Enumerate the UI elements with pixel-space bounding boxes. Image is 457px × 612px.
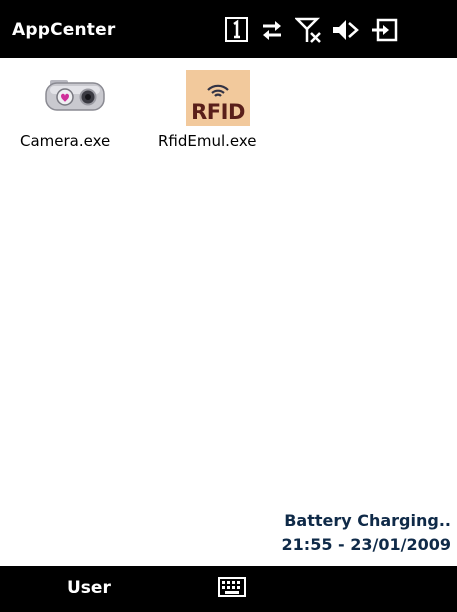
speaker-muted-icon[interactable] [331, 17, 359, 43]
phone-line-1-icon[interactable] [225, 17, 249, 43]
battery-charging-plug-icon[interactable] [371, 17, 399, 43]
keyboard-icon[interactable] [218, 577, 246, 597]
softkey-bar: User [0, 566, 457, 612]
user-softkey[interactable]: User [67, 578, 111, 598]
desktop-area: Camera.exe RFID RfidEmul.exe Battery Cha… [0, 58, 457, 566]
sync-arrows-icon[interactable] [259, 17, 285, 43]
app-label: Camera.exe [20, 132, 111, 150]
rfid-icon: RFID [186, 70, 250, 126]
rfid-icon-text: RFID [191, 100, 245, 124]
battery-status-text: Battery Charging.. [284, 511, 451, 530]
camera-icon [44, 72, 106, 116]
no-signal-icon[interactable] [295, 17, 323, 43]
app-camera[interactable]: Camera.exe [0, 64, 150, 164]
app-title: AppCenter [12, 20, 116, 40]
app-rfidemul[interactable]: RFID RfidEmul.exe [150, 64, 290, 164]
app-label: RfidEmul.exe [158, 132, 257, 150]
title-bar: AppCenter [0, 0, 457, 58]
datetime-text: 21:55 - 23/01/2009 [281, 535, 451, 554]
